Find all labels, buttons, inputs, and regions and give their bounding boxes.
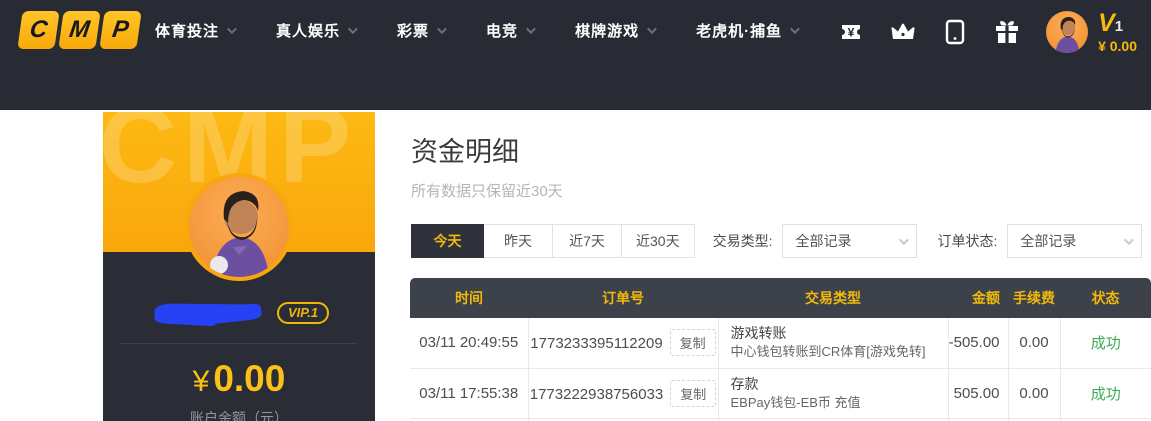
chevron-down-icon (1124, 235, 1134, 245)
logo-letter-box: P (99, 11, 141, 49)
cell-transaction-type: 存款 EBPay钱包-EB币 充值 (718, 368, 948, 418)
logo-letter: M (68, 16, 92, 44)
account-balance-value: ¥0.00 (103, 358, 375, 400)
brand-logo[interactable]: C M P (20, 11, 139, 49)
user-avatar[interactable] (1046, 11, 1088, 53)
order-status-label: 订单状态: (937, 231, 997, 251)
wallet-yen-icon[interactable]: ¥ (838, 19, 864, 45)
svg-text:¥: ¥ (848, 26, 855, 40)
cell-amount: 505.00 (948, 368, 1008, 418)
top-navigation-bar: C M P 体育投注 真人娱乐 彩票 电竞 棋牌游戏 老虎机·捕鱼 ¥ (0, 0, 1151, 110)
user-identity-row: VIP.1 (103, 298, 375, 328)
cell-fee: 0.00 (1008, 318, 1060, 368)
logo-letter-box: C (17, 11, 59, 49)
header-right-actions: ¥ V1 ¥ 0.00 (838, 0, 1151, 64)
cell-time: 03/11 17:55:38 (410, 368, 528, 418)
logo-letter: C (28, 16, 49, 44)
header-order-no: 订单号 (528, 278, 718, 318)
chevron-down-icon (348, 24, 358, 34)
transaction-type-main: 存款 (731, 375, 940, 394)
transactions-table: 时间 订单号 交易类型 金额 手续费 状态 03/11 20:49:55 177… (410, 278, 1151, 421)
nav-item-card-games[interactable]: 棋牌游戏 (575, 20, 654, 41)
main-nav: 体育投注 真人娱乐 彩票 电竞 棋牌游戏 老虎机·捕鱼 (155, 0, 797, 60)
order-status-value: 全部记录 (1020, 231, 1076, 251)
header-time: 时间 (410, 278, 528, 318)
account-balance-label: 账户余额（元） (103, 408, 375, 421)
copy-button[interactable]: 复制 (670, 380, 716, 407)
chevron-down-icon (437, 24, 447, 34)
filter-controls: 今天 昨天 近7天 近30天 交易类型: 全部记录 订单状态: 全部记录 (411, 224, 1142, 258)
vip-level-balance[interactable]: V1 ¥ 0.00 (1098, 11, 1137, 53)
cell-order-no: 1773233395112209 复制 (528, 318, 718, 368)
order-status-select[interactable]: 全部记录 (1007, 224, 1142, 258)
transaction-type-label: 交易类型: (713, 231, 773, 251)
logo-letter: P (111, 16, 131, 44)
tab-last-7-days[interactable]: 近7天 (552, 224, 622, 258)
profile-avatar[interactable] (185, 173, 293, 281)
cell-status: 成功 (1060, 368, 1151, 418)
mobile-app-icon[interactable] (942, 19, 968, 45)
logo-letter-box: M (58, 11, 100, 49)
transaction-type-main: 游戏转账 (731, 324, 940, 343)
tab-today[interactable]: 今天 (411, 224, 484, 258)
cell-amount: -505.00 (948, 318, 1008, 368)
tab-yesterday[interactable]: 昨天 (483, 224, 553, 258)
vip-level: V1 (1098, 11, 1137, 39)
chevron-down-icon (526, 24, 536, 34)
vip-level-badge: VIP.1 (277, 302, 329, 324)
sidebar-divider (121, 343, 357, 344)
order-number: 1773222938756033 (530, 386, 663, 403)
cell-fee: 0.00 (1008, 368, 1060, 418)
cell-time: 03/11 20:49:55 (410, 318, 528, 368)
cell-order-no: 1773222938756033 复制 (528, 368, 718, 418)
chevron-down-icon (227, 24, 237, 34)
username-redaction-scribble (149, 298, 267, 327)
transaction-type-detail: 中心钱包转账到CR体育[游戏免转] (731, 343, 940, 361)
crown-vip-icon[interactable] (890, 19, 916, 45)
header-amount: 金额 (948, 278, 1008, 318)
nav-item-live-casino[interactable]: 真人娱乐 (276, 20, 355, 41)
header-balance: ¥ 0.00 (1098, 39, 1137, 53)
order-number: 1773233395112209 (530, 335, 662, 352)
page: C M P 体育投注 真人娱乐 彩票 电竞 棋牌游戏 老虎机·捕鱼 ¥ (0, 0, 1151, 421)
cell-transaction-type: 游戏转账 中心钱包转账到CR体育[游戏免转] (718, 318, 948, 368)
page-title: 资金明细 (411, 130, 519, 169)
table-row: 03/11 20:49:55 1773233395112209 复制 游戏转账 中… (410, 318, 1151, 368)
nav-item-lottery[interactable]: 彩票 (397, 20, 444, 41)
copy-button[interactable]: 复制 (670, 329, 716, 356)
nav-item-sports[interactable]: 体育投注 (155, 20, 234, 41)
chevron-down-icon (790, 24, 800, 34)
transaction-type-select[interactable]: 全部记录 (782, 224, 917, 258)
page-subtitle: 所有数据只保留近30天 (411, 180, 563, 201)
header-fee: 手续费 (1008, 278, 1060, 318)
header-transaction-type: 交易类型 (718, 278, 948, 318)
chevron-down-icon (899, 235, 909, 245)
table-row: 03/11 17:55:38 1773222938756033 复制 存款 EBP… (410, 368, 1151, 418)
table-header-row: 时间 订单号 交易类型 金额 手续费 状态 (410, 278, 1151, 318)
profile-sidebar: CMP VIP.1 ¥0.00 账户余额（元） (103, 112, 375, 421)
nav-item-esports[interactable]: 电竞 (486, 20, 533, 41)
header-status: 状态 (1060, 278, 1151, 318)
cell-status: 成功 (1060, 318, 1151, 368)
nav-item-slots-fishing[interactable]: 老虎机·捕鱼 (696, 20, 797, 41)
tab-last-30-days[interactable]: 近30天 (621, 224, 695, 258)
chevron-down-icon (647, 24, 657, 34)
transaction-type-value: 全部记录 (795, 231, 851, 251)
gift-promo-icon[interactable] (994, 19, 1020, 45)
transaction-type-detail: EBPay钱包-EB币 充值 (731, 394, 940, 412)
